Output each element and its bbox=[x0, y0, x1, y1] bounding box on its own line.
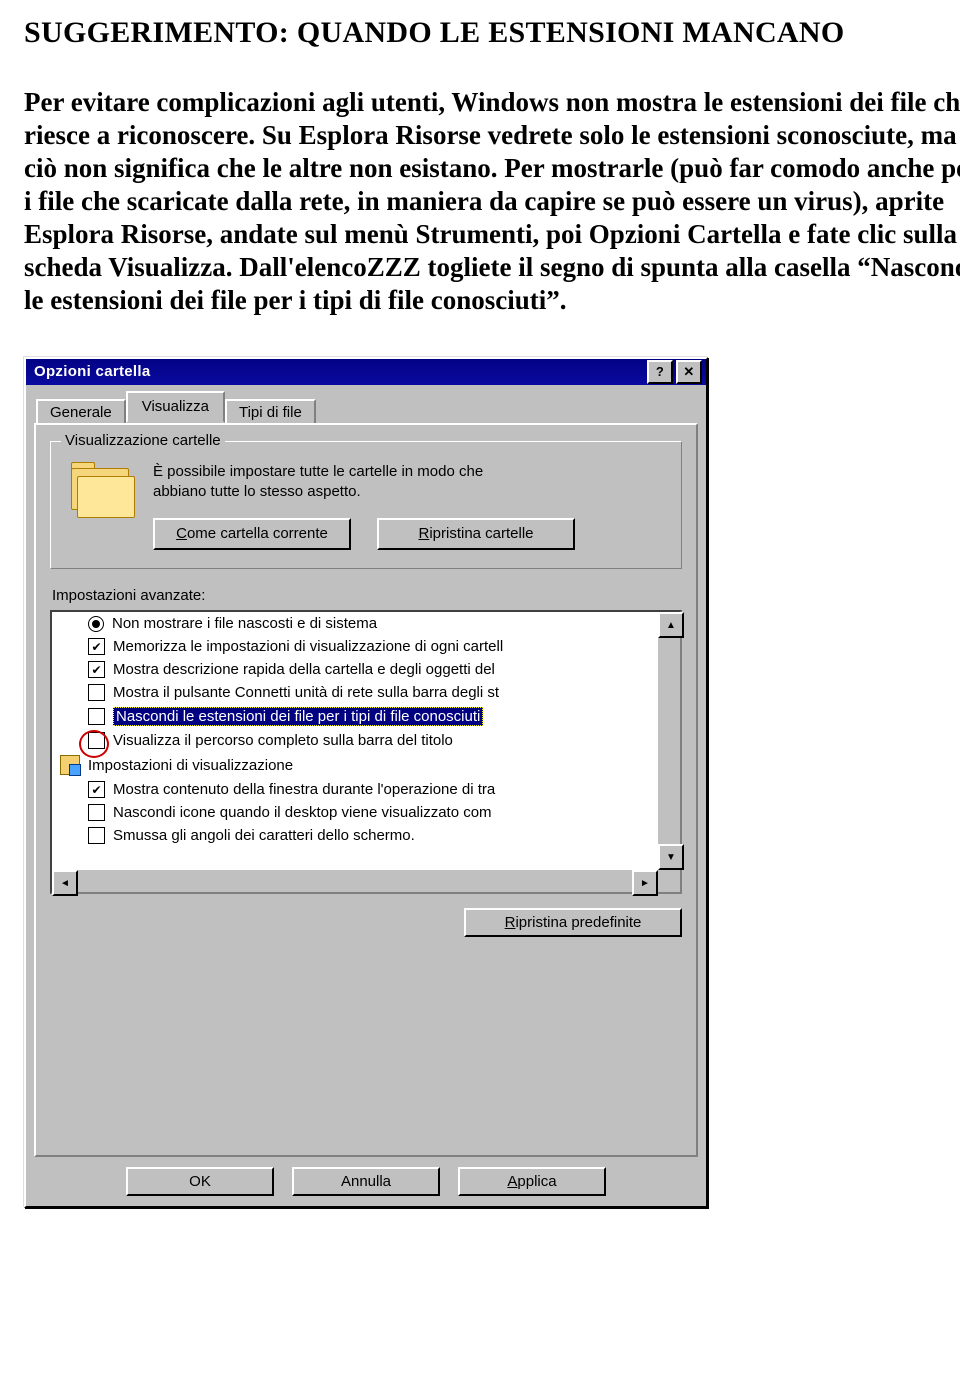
radio-icon[interactable] bbox=[88, 616, 104, 632]
close-button[interactable]: ✕ bbox=[676, 360, 702, 384]
horizontal-scrollbar[interactable]: ◄ ► bbox=[52, 870, 658, 892]
scroll-down-icon[interactable]: ▼ bbox=[658, 844, 684, 870]
tab-tipi-di-file[interactable]: Tipi di file bbox=[225, 399, 316, 425]
button-ripristina-cartelle[interactable]: Ripristina cartelle bbox=[377, 518, 575, 550]
scroll-up-icon[interactable]: ▲ bbox=[658, 612, 684, 638]
list-item[interactable]: Nascondi le estensioni dei file per i ti… bbox=[52, 704, 658, 729]
checkbox-icon[interactable] bbox=[88, 708, 105, 725]
help-button[interactable]: ? bbox=[647, 360, 673, 384]
groupbox-description: È possibile impostare tutte le cartelle … bbox=[153, 462, 575, 551]
checkbox-icon[interactable]: ✔ bbox=[88, 781, 105, 798]
dialog-opzioni-cartella: Opzioni cartella ? ✕ Generale Visualizza… bbox=[24, 357, 708, 1208]
tab-strip: Generale Visualizza Tipi di file bbox=[36, 391, 698, 423]
checkbox-icon[interactable] bbox=[88, 827, 105, 844]
scroll-right-icon[interactable]: ► bbox=[632, 870, 658, 896]
groupbox-visualizzazione-cartelle: Visualizzazione cartelle È possibile imp… bbox=[50, 441, 682, 570]
button-come-cartella-corrente[interactable]: Come cartella corrente bbox=[153, 518, 351, 550]
list-item[interactable]: Impostazioni di visualizzazione bbox=[52, 752, 658, 778]
list-item[interactable]: Visualizza il percorso completo sulla ba… bbox=[52, 729, 658, 752]
window-title: Opzioni cartella bbox=[34, 363, 151, 380]
list-item[interactable]: ✔Mostra descrizione rapida della cartell… bbox=[52, 658, 658, 681]
settings-section-icon bbox=[60, 755, 80, 775]
tabpanel-visualizza: Visualizzazione cartelle È possibile imp… bbox=[34, 423, 698, 1157]
tab-generale[interactable]: Generale bbox=[36, 399, 126, 425]
groupbox-legend: Visualizzazione cartelle bbox=[61, 432, 225, 449]
button-applica[interactable]: Applica bbox=[458, 1167, 606, 1196]
checkbox-icon[interactable]: ✔ bbox=[88, 638, 105, 655]
scroll-left-icon[interactable]: ◄ bbox=[52, 870, 78, 896]
advanced-settings-list[interactable]: Non mostrare i file nascosti e di sistem… bbox=[50, 610, 682, 894]
article-heading: SUGGERIMENTO: QUANDO LE ESTENSIONI MANCA… bbox=[24, 16, 960, 50]
checkbox-icon[interactable]: ✔ bbox=[88, 661, 105, 678]
dialog-footer: OK Annulla Applica bbox=[34, 1157, 698, 1196]
button-annulla[interactable]: Annulla bbox=[292, 1167, 440, 1196]
checkbox-icon[interactable] bbox=[88, 804, 105, 821]
list-item[interactable]: Non mostrare i file nascosti e di sistem… bbox=[52, 612, 658, 635]
list-item[interactable]: Nascondi icone quando il desktop viene v… bbox=[52, 801, 658, 824]
vertical-scrollbar[interactable]: ▲ ▼ bbox=[658, 612, 680, 870]
list-item[interactable]: Mostra il pulsante Connetti unità di ret… bbox=[52, 681, 658, 704]
list-item[interactable]: ✔Mostra contenuto della finestra durante… bbox=[52, 778, 658, 801]
checkbox-icon[interactable] bbox=[88, 732, 105, 749]
folder-icon bbox=[67, 462, 135, 518]
button-ok[interactable]: OK bbox=[126, 1167, 274, 1196]
titlebar: Opzioni cartella ? ✕ bbox=[26, 359, 706, 385]
list-item[interactable]: ✔Memorizza le impostazioni di visualizza… bbox=[52, 635, 658, 658]
article-paragraph: Per evitare complicazioni agli utenti, W… bbox=[24, 86, 960, 317]
button-ripristina-predefinite[interactable]: Ripristina predefinite bbox=[464, 908, 682, 937]
tab-visualizza[interactable]: Visualizza bbox=[126, 391, 225, 423]
list-item[interactable]: Smussa gli angoli dei caratteri dello sc… bbox=[52, 824, 658, 847]
label-impostazioni-avanzate: Impostazioni avanzate: bbox=[52, 587, 682, 604]
checkbox-icon[interactable] bbox=[88, 684, 105, 701]
